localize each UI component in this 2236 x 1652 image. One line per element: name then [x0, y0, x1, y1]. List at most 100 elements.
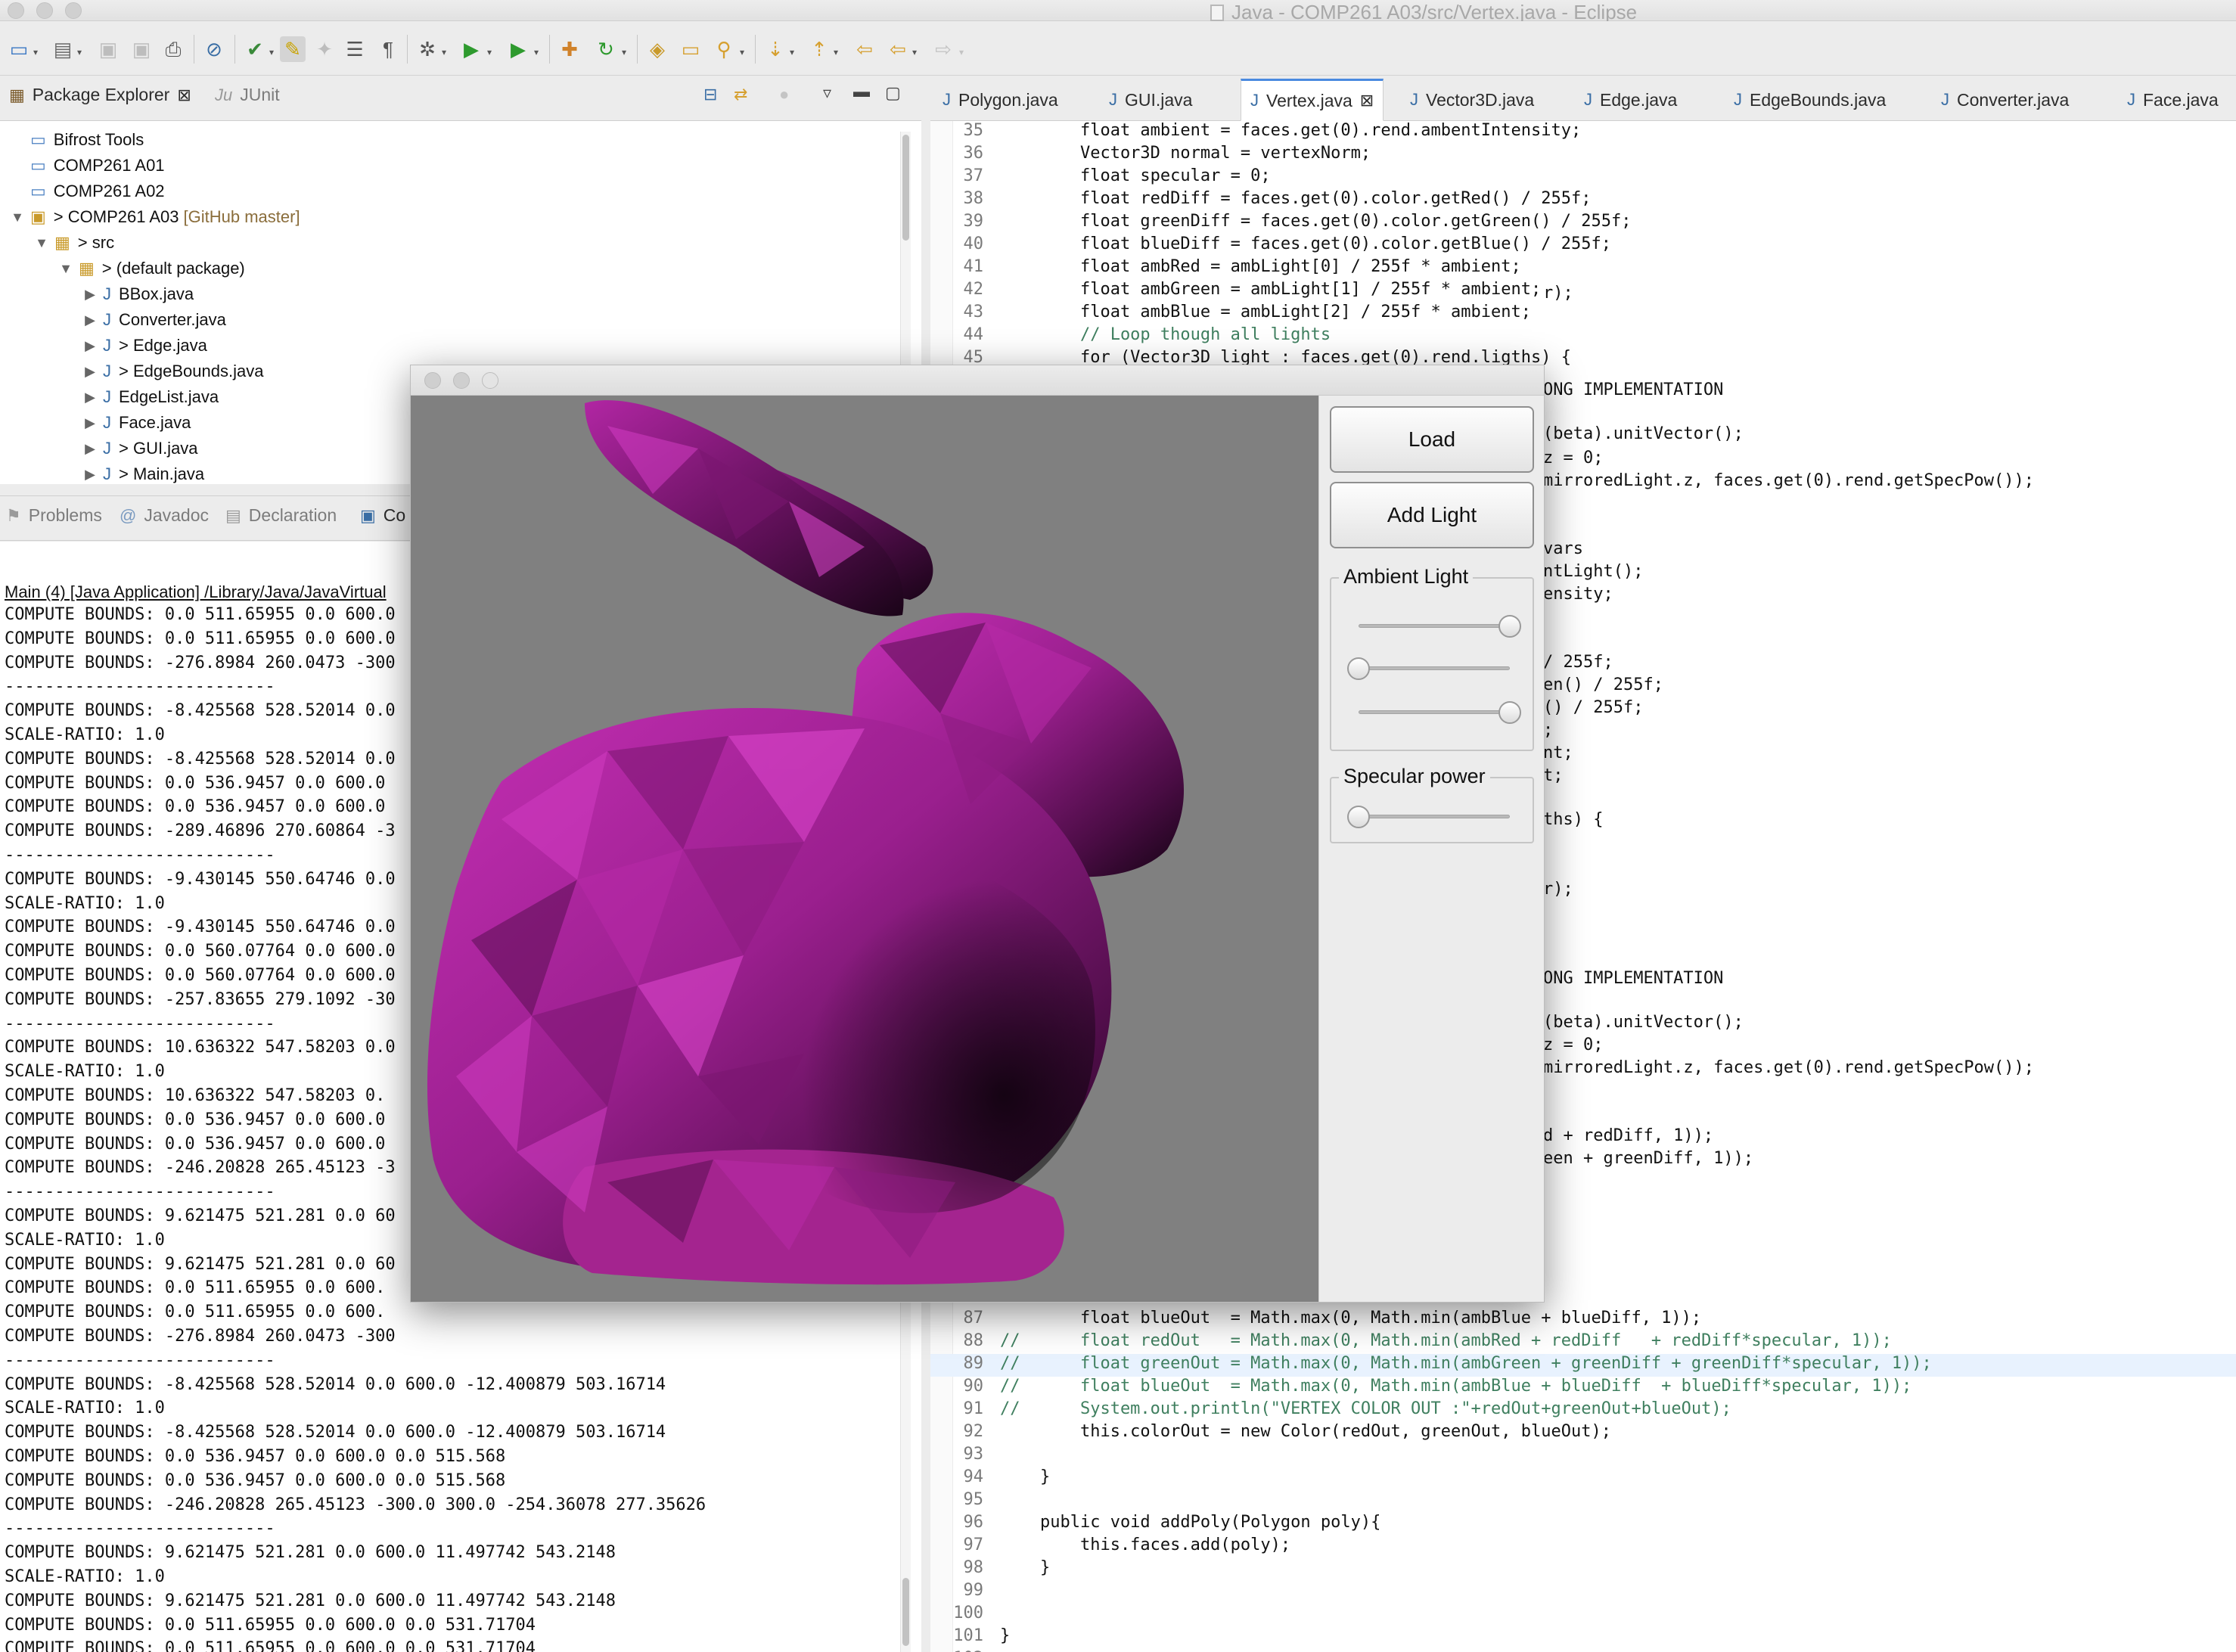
console-line: COMPUTE BOUNDS: 9.621475 521.281 0.0 60 [5, 1206, 396, 1225]
maximize-icon[interactable]: ▢ [885, 85, 901, 101]
specular-power-slider[interactable] [1347, 806, 1510, 828]
tree-item-label: > Edge.java [119, 336, 207, 355]
close-icon[interactable]: ⊠ [177, 86, 191, 104]
expand-toggle-icon[interactable]: ▶ [82, 338, 98, 354]
console-scroll-thumb[interactable] [902, 1578, 909, 1646]
close-window-button[interactable] [8, 2, 24, 19]
link-with-editor-icon[interactable]: ⇄ [734, 86, 747, 103]
ambient-green-slider[interactable] [1347, 657, 1510, 680]
renderer-zoom-button[interactable] [482, 372, 498, 389]
load-button[interactable]: Load [1330, 406, 1534, 473]
renderer-close-button[interactable] [424, 372, 441, 389]
tab-problems[interactable]: ⚑ Problems [6, 505, 102, 526]
code-line: ONG IMPLEMENTATION [1543, 380, 1724, 399]
editor-tab-face[interactable]: J Face.java [2118, 79, 2228, 121]
minimize-icon[interactable]: ▬ [853, 83, 870, 100]
tree-item-label: > COMP261 A03 [53, 207, 179, 226]
expand-toggle-icon[interactable]: ▶ [82, 441, 98, 457]
editor-tab-edgebounds[interactable]: J EdgeBounds.java [1725, 79, 1895, 121]
slider-knob[interactable] [1347, 806, 1370, 828]
editor-tab-vector3d[interactable]: J Vector3D.java [1401, 79, 1543, 121]
run-icon[interactable]: ▶ [458, 36, 484, 62]
tree-item[interactable]: ▼ ▦ > (default package) [57, 256, 245, 281]
show-whitespace-icon[interactable]: ¶ [375, 36, 401, 62]
new-wizard-icon[interactable]: ▭ [6, 36, 32, 62]
expand-toggle-icon[interactable]: ▶ [82, 312, 98, 328]
forward-icon[interactable]: ⇨ [930, 36, 956, 62]
console-line: SCALE-RATIO: 1.0 [5, 1567, 165, 1586]
external-tools-icon[interactable]: ✚ [557, 36, 582, 62]
highlight-icon[interactable]: ✎ [280, 36, 306, 62]
tree-item[interactable]: ▶ J > Edge.java [82, 333, 207, 359]
tree-item[interactable]: ▭ COMP261 A02 [30, 179, 165, 204]
slider-knob[interactable] [1498, 615, 1521, 638]
render-canvas[interactable] [411, 396, 1318, 1302]
expand-toggle-icon[interactable]: ▶ [82, 415, 98, 431]
search-icon[interactable]: ⚲ [711, 36, 737, 62]
console-line: COMPUTE BOUNDS: -8.425568 528.52014 0.0 … [5, 1374, 666, 1394]
code-line: // float blueOut = Math.max(0, Math.min(… [1000, 1377, 1912, 1396]
expand-toggle-icon[interactable]: ▼ [57, 261, 74, 277]
tree-item[interactable]: ▶ J BBox.java [82, 281, 194, 307]
tab-javadoc[interactable]: @ Javadoc [120, 505, 209, 526]
print-icon[interactable]: ⎙ [160, 36, 186, 62]
outline-icon[interactable]: ☰ [342, 36, 368, 62]
tree-item[interactable]: ▶ J > EdgeBounds.java [82, 359, 263, 384]
focus-icon[interactable]: ● [779, 86, 789, 103]
java-project-icon: ▣ [30, 207, 46, 226]
collapse-all-icon[interactable]: ⊟ [703, 86, 717, 103]
save-all-icon[interactable]: ▣ [129, 36, 154, 62]
tab-console[interactable]: ▣ Co [360, 505, 405, 526]
expand-toggle-icon[interactable]: ▶ [82, 364, 98, 380]
view-menu-icon[interactable]: ▿ [823, 85, 831, 101]
tab-package-explorer[interactable]: ▦ Package Explorer ⊠ [9, 85, 191, 105]
close-icon[interactable]: ⊠ [1360, 92, 1374, 109]
explorer-scroll-thumb[interactable] [902, 135, 909, 241]
slider-knob[interactable] [1498, 701, 1521, 724]
minimize-window-button[interactable] [36, 2, 53, 19]
editor-tab-polygon[interactable]: J Polygon.java [933, 79, 1067, 121]
add-light-button[interactable]: Add Light [1330, 482, 1534, 548]
ambient-red-slider[interactable] [1359, 615, 1521, 638]
tree-item[interactable]: ▶ J Converter.java [82, 307, 226, 333]
tree-item[interactable]: ▭ Bifrost Tools [30, 127, 144, 153]
debug-icon[interactable]: ✲ [415, 36, 440, 62]
open-type-icon[interactable]: ◈ [644, 36, 670, 62]
prev-annotation-icon[interactable]: ⇡ [806, 36, 832, 62]
tab-junit[interactable]: Ju JUnit [215, 85, 280, 105]
save-icon[interactable]: ▣ [95, 36, 121, 62]
expand-toggle-icon[interactable]: ▶ [82, 287, 98, 303]
build-icon[interactable]: ✦ [312, 36, 337, 62]
tree-item[interactable]: ▭ COMP261 A01 [30, 153, 165, 179]
tree-item[interactable]: ▶ J > Main.java [82, 461, 204, 484]
tree-item[interactable]: ▶ J Face.java [82, 410, 191, 436]
editor-tab-edge[interactable]: J Edge.java [1575, 79, 1686, 121]
tree-item[interactable]: ▶ J EdgeList.java [82, 384, 219, 410]
open-task-icon[interactable]: ✔ [242, 36, 268, 62]
zoom-window-button[interactable] [65, 2, 82, 19]
tab-declaration[interactable]: ▤ Declaration [225, 505, 337, 526]
back-dropdown-icon[interactable]: ⇦ [885, 36, 911, 62]
editor-tab-vertex[interactable]: J Vertex.java ⊠ [1241, 79, 1384, 121]
tree-item[interactable]: ▼ ▦ > src [33, 230, 114, 256]
expand-toggle-icon[interactable]: ▼ [33, 235, 50, 251]
code-line: (beta).unitVector(); [1543, 424, 1744, 443]
expand-toggle-icon[interactable]: ▶ [82, 467, 98, 483]
skip-breakpoints-icon[interactable]: ⊘ [201, 36, 227, 62]
slider-knob[interactable] [1347, 657, 1370, 680]
editor-tab-converter[interactable]: J Converter.java [1932, 79, 2078, 121]
refresh-icon[interactable]: ↻ [593, 36, 619, 62]
ambient-blue-slider[interactable] [1359, 701, 1521, 724]
expand-toggle-icon[interactable]: ▶ [82, 390, 98, 405]
new-icon[interactable]: ▤ [50, 36, 76, 62]
open-folder-icon[interactable]: ▭ [678, 36, 703, 62]
expand-toggle-icon[interactable]: ▼ [9, 210, 26, 225]
tree-item[interactable]: ▼ ▣ > COMP261 A03 [GitHub master] [9, 204, 300, 230]
coverage-icon[interactable]: ▶ [505, 36, 531, 62]
tree-item[interactable]: ▶ J > GUI.java [82, 436, 197, 461]
next-annotation-icon[interactable]: ⇣ [762, 36, 788, 62]
back-icon[interactable]: ⇦ [852, 36, 877, 62]
console-line: COMPUTE BOUNDS: -8.425568 528.52014 0.0 … [5, 1423, 666, 1442]
renderer-minimize-button[interactable] [453, 372, 470, 389]
editor-tab-gui[interactable]: J GUI.java [1100, 79, 1201, 121]
